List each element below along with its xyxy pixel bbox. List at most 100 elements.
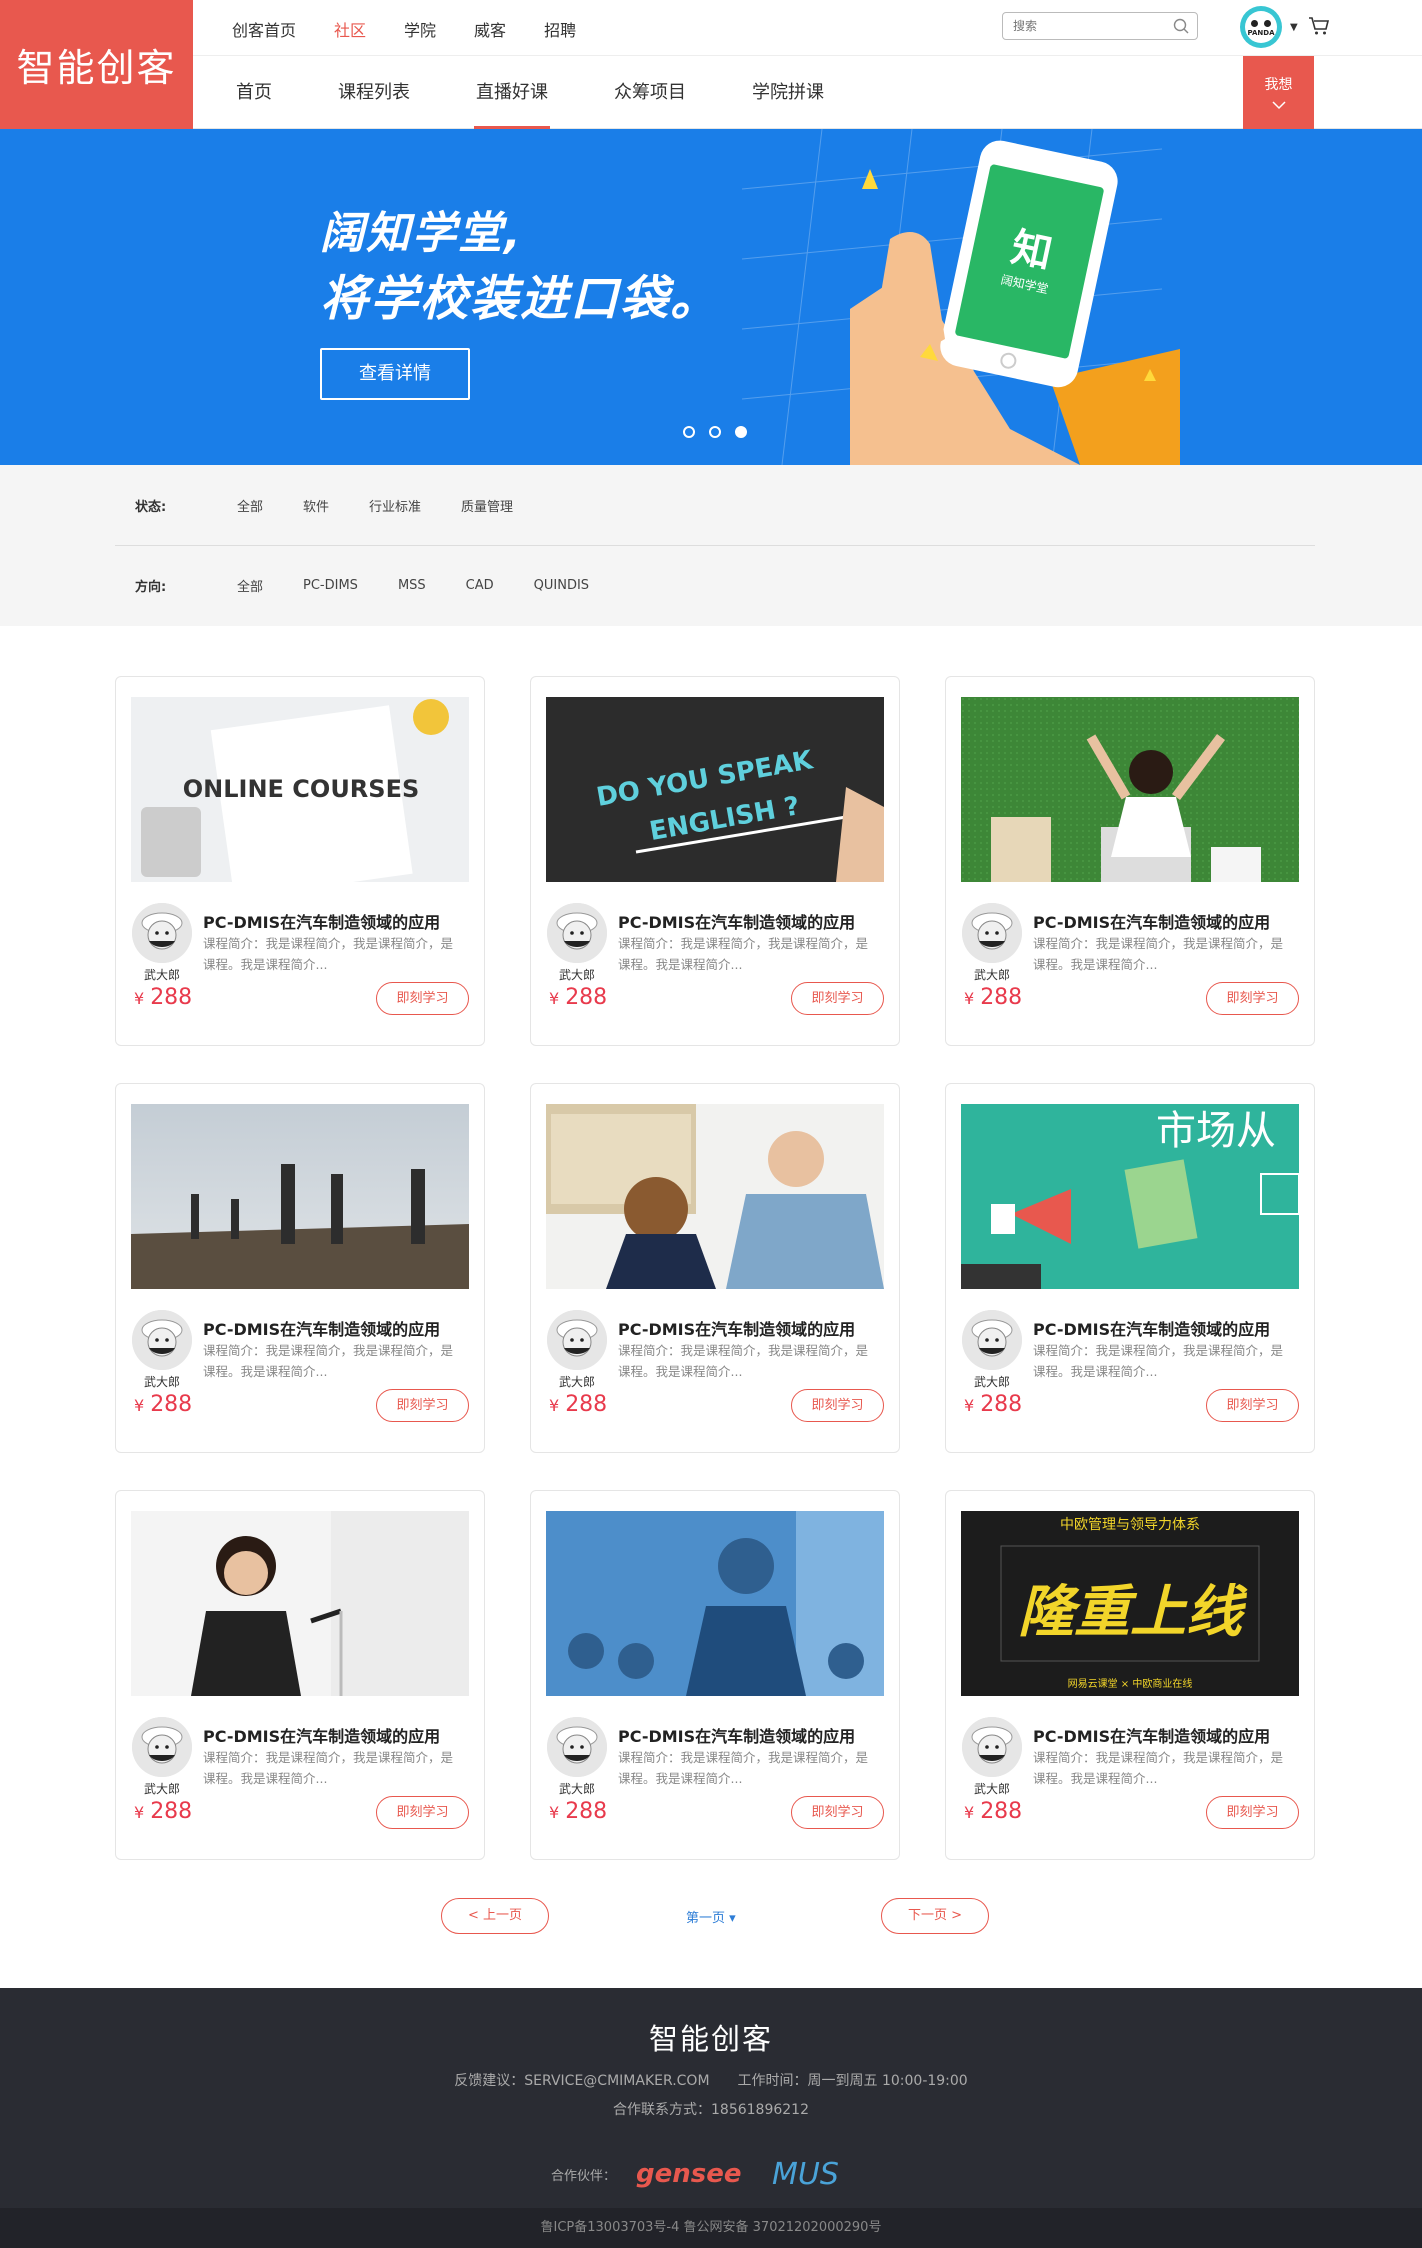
learn-now-button[interactable]: 即刻学习 [376, 1389, 469, 1422]
main-nav-home[interactable]: 首页 [236, 56, 272, 129]
speaker-image[interactable] [131, 1511, 469, 1696]
author-avatar[interactable] [132, 1717, 192, 1777]
filter-row-status: 状态: 全部 软件 行业标准 质量管理 [135, 495, 553, 515]
author-avatar[interactable] [547, 1717, 607, 1777]
footer-contact: 合作联系方式：18561896212 [613, 2102, 809, 2118]
course-title[interactable]: PC-DMIS在汽车制造领域的应用 [203, 909, 440, 933]
learn-now-button[interactable]: 即刻学习 [791, 1389, 884, 1422]
course-card[interactable]: 武大郎 PC-DMIS在汽车制造领域的应用 课程简介：我是课程简介，我是课程简介，是… [115, 1083, 485, 1453]
user-avatar[interactable]: PANDA [1240, 6, 1282, 48]
search-icon[interactable] [1173, 18, 1189, 34]
course-price: ¥288 [964, 1392, 1022, 1417]
partner-gensee-logo[interactable]: gensee [636, 2159, 742, 2189]
price-value: 288 [565, 1392, 608, 1417]
crowd-image[interactable] [546, 1511, 884, 1696]
author-avatar[interactable] [962, 1717, 1022, 1777]
filter-direction-quindis[interactable]: QUINDIS [534, 578, 589, 593]
chalkboard-english-image[interactable]: DO YOU SPEAK ENGLISH ? [546, 697, 884, 882]
top-nav-community[interactable]: 社区 [334, 17, 366, 40]
course-title[interactable]: PC-DMIS在汽车制造领域的应用 [203, 1316, 440, 1340]
course-card[interactable]: DO YOU SPEAK ENGLISH ? 武大郎 PC-DMIS在汽车制造领域的应… [530, 676, 900, 1046]
search-input[interactable] [1003, 13, 1163, 39]
filter-status-all[interactable]: 全部 [237, 496, 263, 515]
top-nav-home[interactable]: 创客首页 [232, 17, 296, 40]
author-avatar[interactable] [547, 1310, 607, 1370]
marketing-image[interactable]: 市场从 [961, 1104, 1299, 1289]
filter-direction-cad[interactable]: CAD [466, 578, 494, 593]
price-currency: ¥ [964, 1396, 975, 1415]
partner-mus-logo[interactable]: MUS [772, 2156, 882, 2192]
course-title[interactable]: PC-DMIS在汽车制造领域的应用 [618, 909, 855, 933]
top-nav-academy[interactable]: 学院 [404, 17, 436, 40]
main-nav-group-courses[interactable]: 学院拼课 [752, 56, 824, 129]
course-card[interactable]: 中欧管理与领导力体系 隆重上线 网易云课堂 × 中欧商业在线 武大郎 PC-DMIS在汽… [945, 1490, 1315, 1860]
course-title[interactable]: PC-DMIS在汽车制造领域的应用 [618, 1723, 855, 1747]
learn-now-button[interactable]: 即刻学习 [1206, 1796, 1299, 1829]
main-nav-live-courses[interactable]: 直播好课 [474, 56, 550, 129]
leadership-image[interactable]: 中欧管理与领导力体系 隆重上线 网易云课堂 × 中欧商业在线 [961, 1511, 1299, 1696]
top-nav-weike[interactable]: 威客 [474, 17, 506, 40]
next-page-button[interactable]: 下一页 > [881, 1898, 989, 1934]
hand-phone-illustration: 知 阔知学堂 [850, 140, 1180, 465]
learn-now-button[interactable]: 即刻学习 [376, 1796, 469, 1829]
want-button[interactable]: 我想 [1243, 56, 1314, 129]
course-author: 武大郎 [973, 968, 1010, 982]
carousel-dot-2[interactable] [709, 426, 721, 438]
carousel-dot-3[interactable] [735, 426, 747, 438]
carousel-dot-1[interactable] [683, 426, 695, 438]
filter-direction-pc-dims[interactable]: PC-DIMS [303, 578, 358, 593]
learn-now-button[interactable]: 即刻学习 [376, 982, 469, 1015]
chevron-down-icon [1271, 101, 1286, 110]
course-card[interactable]: 武大郎 PC-DMIS在汽车制造领域的应用 课程简介：我是课程简介，我是课程简介，是… [530, 1083, 900, 1453]
course-title[interactable]: PC-DMIS在汽车制造领域的应用 [1033, 1723, 1270, 1747]
course-author: 武大郎 [558, 1782, 595, 1796]
course-price: ¥288 [549, 1392, 607, 1417]
author-avatar[interactable] [132, 903, 192, 963]
online-courses-image[interactable]: ONLINE COURSES [131, 697, 469, 882]
banner-title-line1: 阔知学堂, [320, 208, 523, 259]
filter-direction-mss[interactable]: MSS [398, 578, 426, 593]
tutoring-image[interactable] [546, 1104, 884, 1289]
filter-row-direction: 方向: 全部 PC-DIMS MSS CAD QUINDIS [135, 575, 629, 595]
course-price: ¥288 [134, 1799, 192, 1824]
course-title[interactable]: PC-DMIS在汽车制造领域的应用 [1033, 909, 1270, 933]
page-select[interactable]: 第一页 ▾ [686, 1907, 736, 1926]
author-avatar[interactable] [132, 1310, 192, 1370]
course-price: ¥288 [964, 1799, 1022, 1824]
course-description: 课程简介：我是课程简介，我是课程简介，是课程。我是课程简介... [618, 936, 869, 972]
course-description: 课程简介：我是课程简介，我是课程简介，是课程。我是课程简介... [1033, 1343, 1284, 1379]
course-card[interactable]: 武大郎 PC-DMIS在汽车制造领域的应用 课程简介：我是课程简介，我是课程简介，是… [115, 1490, 485, 1860]
learn-now-button[interactable]: 即刻学习 [1206, 982, 1299, 1015]
course-card[interactable]: 武大郎 PC-DMIS在汽车制造领域的应用 课程简介：我是课程简介，我是课程简介，是… [530, 1490, 900, 1860]
user-menu-caret-icon[interactable]: ▼ [1290, 22, 1298, 33]
course-card[interactable]: ONLINE COURSES 武大郎 PC-DMIS在汽车制造领域的应用 课程简介：我… [115, 676, 485, 1046]
main-nav-crowdfunding[interactable]: 众筹项目 [614, 56, 686, 129]
author-avatar[interactable] [962, 903, 1022, 963]
author-avatar[interactable] [962, 1310, 1022, 1370]
site-logo[interactable]: 智能创客 [0, 0, 193, 129]
cart-icon[interactable] [1308, 16, 1330, 36]
author-avatar[interactable] [547, 903, 607, 963]
learn-now-button[interactable]: 即刻学习 [791, 1796, 884, 1829]
hero-banner[interactable]: 阔知学堂, 将学校装进口袋。 查看详情 知 阔知学堂 [0, 129, 1422, 465]
filter-status-quality[interactable]: 质量管理 [461, 496, 513, 515]
banner-details-button[interactable]: 查看详情 [320, 348, 470, 400]
course-title[interactable]: PC-DMIS在汽车制造领域的应用 [1033, 1316, 1270, 1340]
happy-student-image[interactable] [961, 697, 1299, 882]
chessboard-figures-image[interactable] [131, 1104, 469, 1289]
learn-now-button[interactable]: 即刻学习 [791, 982, 884, 1015]
main-nav-course-list[interactable]: 课程列表 [338, 56, 410, 129]
filter-status-software[interactable]: 软件 [303, 496, 329, 515]
course-title[interactable]: PC-DMIS在汽车制造领域的应用 [203, 1723, 440, 1747]
prev-page-button[interactable]: < 上一页 [441, 1898, 549, 1934]
top-nav-jobs[interactable]: 招聘 [544, 17, 576, 40]
course-card[interactable]: 武大郎 PC-DMIS在汽车制造领域的应用 课程简介：我是课程简介，我是课程简介，是… [945, 676, 1315, 1046]
course-price: ¥288 [549, 985, 607, 1010]
course-title[interactable]: PC-DMIS在汽车制造领域的应用 [618, 1316, 855, 1340]
course-card[interactable]: 市场从 武大郎 PC-DMIS在汽车制造领域的应用 课程简介：我是课程简介，我是课程简… [945, 1083, 1315, 1453]
filter-status-industry-standard[interactable]: 行业标准 [369, 496, 421, 515]
banner-title-line2: 将学校装进口袋。 [320, 271, 721, 327]
carousel-dots [683, 426, 761, 438]
filter-direction-all[interactable]: 全部 [237, 576, 263, 595]
learn-now-button[interactable]: 即刻学习 [1206, 1389, 1299, 1422]
